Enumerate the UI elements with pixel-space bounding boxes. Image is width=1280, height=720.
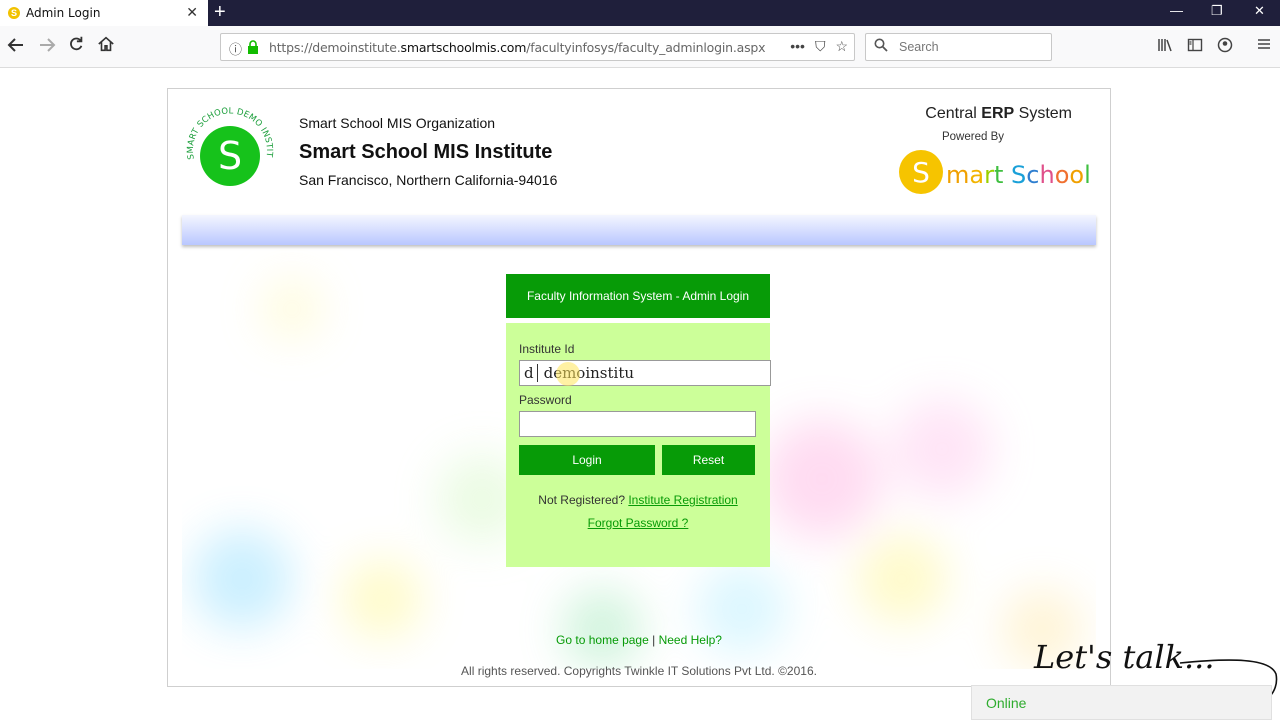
institute-id-label: Institute Id	[519, 342, 575, 356]
address-bar[interactable]: ⓘ https://demoinstitute.smartschoolmis.c…	[220, 33, 855, 61]
autocomplete-char: d	[524, 364, 538, 382]
favicon-icon: S	[8, 7, 20, 19]
password-input[interactable]	[519, 411, 756, 437]
url-text: https://demoinstitute.smartschoolmis.com…	[269, 40, 766, 55]
chat-widget[interactable]: Online	[971, 685, 1272, 720]
restore-icon[interactable]: ❐	[1211, 3, 1223, 19]
info-icon[interactable]: ⓘ	[229, 39, 242, 58]
forward-icon[interactable]	[37, 35, 57, 61]
search-input[interactable]: Search	[865, 33, 1052, 61]
login-form: Institute Id d demoinstitu Password Login…	[506, 323, 771, 567]
page-actions-icon[interactable]: •••	[790, 38, 805, 55]
home-icon[interactable]	[97, 35, 115, 59]
browser-tab-active[interactable]: S Admin Login ✕	[0, 0, 208, 26]
login-panel-title: Faculty Information System - Admin Login	[506, 274, 770, 318]
menu-icon[interactable]	[1257, 37, 1271, 54]
svg-text:S: S	[912, 156, 930, 189]
institute-seal-logo: SMART SCHOOL DEMO INSTITUTE ENGINEERING …	[180, 101, 274, 186]
powered-by-label: Powered By	[941, 131, 1004, 143]
library-icon[interactable]	[1157, 37, 1173, 56]
institute-registration-link[interactable]: Institute Registration	[628, 493, 737, 507]
password-label: Password	[519, 393, 572, 407]
smart-school-brand-logo: S mart School	[899, 150, 1091, 194]
org-name: Smart School MIS Organization	[299, 115, 496, 131]
cursor-highlight	[556, 362, 580, 386]
erp-title: Central ERP System	[925, 105, 1072, 122]
footer-links: Go to home page | Need Help?	[556, 633, 722, 647]
search-placeholder: Search	[899, 40, 939, 54]
reload-icon[interactable]	[67, 35, 85, 59]
svg-text:Let's talk...: Let's talk...	[1033, 638, 1215, 676]
pocket-icon[interactable]: ⛉	[815, 38, 826, 55]
forgot-password-row: Forgot Password ?	[506, 516, 770, 530]
search-icon	[874, 38, 888, 55]
back-icon[interactable]	[6, 35, 26, 61]
bookmark-star-icon[interactable]: ☆	[835, 38, 848, 55]
lock-icon	[248, 40, 258, 54]
minimize-icon[interactable]: —	[1170, 3, 1183, 18]
chat-status: Online	[986, 695, 1027, 711]
browser-navbar: ⓘ https://demoinstitute.smartschoolmis.c…	[0, 26, 1280, 68]
close-tab-icon[interactable]: ✕	[186, 4, 198, 21]
account-icon[interactable]	[1217, 37, 1233, 56]
tab-title: Admin Login	[26, 6, 101, 20]
not-registered-text: Not Registered? Institute Registration	[538, 493, 738, 507]
login-button[interactable]: Login	[519, 445, 655, 475]
institute-id-input[interactable]: d demoinstitu	[519, 360, 771, 386]
need-help-link[interactable]: Need Help?	[659, 633, 722, 647]
forgot-password-link[interactable]: Forgot Password ?	[588, 516, 689, 530]
header-band	[182, 215, 1096, 245]
svg-text:mart School: mart School	[946, 161, 1091, 189]
institute-name: Smart School MIS Institute	[299, 141, 553, 163]
new-tab-icon[interactable]: +	[214, 1, 226, 23]
page-container: SMART SCHOOL DEMO INSTITUTE ENGINEERING …	[167, 88, 1111, 687]
home-page-link[interactable]: Go to home page	[556, 633, 649, 647]
svg-text:S: S	[218, 134, 242, 178]
reset-button[interactable]: Reset	[662, 445, 755, 475]
close-window-icon[interactable]: ✕	[1254, 3, 1265, 19]
sidebar-icon[interactable]	[1187, 37, 1203, 56]
browser-tabbar: S Admin Login ✕ + — ❐ ✕	[0, 0, 1280, 26]
copyright-text: All rights reserved. Copyrights Twinkle …	[461, 664, 817, 678]
institute-address: San Francisco, Northern California-94016	[299, 172, 558, 188]
